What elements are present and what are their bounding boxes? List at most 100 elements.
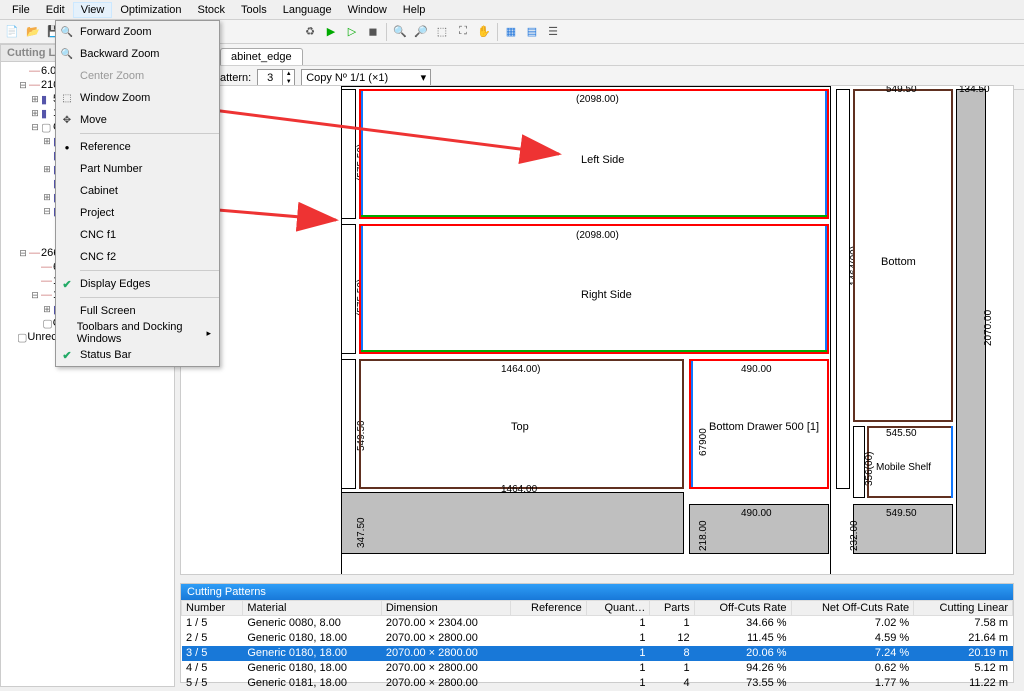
menu-file[interactable]: File <box>4 2 38 18</box>
tree-expand-icon[interactable]: ⊞ <box>41 304 53 315</box>
pattern-spinner-input[interactable] <box>258 70 282 86</box>
table-row[interactable]: 4 / 5Generic 0180, 18.002070.00 × 2800.0… <box>182 661 1013 676</box>
col-header[interactable]: Parts <box>650 601 694 616</box>
layout-icon[interactable]: ▤ <box>522 22 542 42</box>
table-cell: 4.59 % <box>791 631 914 646</box>
menu-window[interactable]: Window <box>340 2 395 18</box>
table-row[interactable]: 1 / 5Generic 0080, 8.002070.00 × 2304.00… <box>182 616 1013 631</box>
table-cell: Generic 0180, 18.00 <box>243 646 382 661</box>
zoom-in-icon[interactable]: 🔍 <box>390 22 410 42</box>
table-cell <box>510 676 586 691</box>
menu-item-full-screen[interactable]: Full Screen <box>56 300 219 322</box>
menu-item-status-bar[interactable]: ✔Status Bar <box>56 344 219 366</box>
dim-134: 134.50 <box>959 85 990 95</box>
menu-item-center-zoom[interactable]: Center Zoom <box>56 65 219 87</box>
offcut-4 <box>956 89 986 554</box>
table-cell: Generic 0180, 18.00 <box>243 631 382 646</box>
dim-left-3 <box>341 359 356 489</box>
menu-stock[interactable]: Stock <box>190 2 234 18</box>
table-cell: 1 <box>586 631 650 646</box>
tree-expand-icon[interactable]: ⊟ <box>29 290 41 301</box>
list-icon[interactable]: ☰ <box>543 22 563 42</box>
menu-item-label: Part Number <box>80 163 142 175</box>
view-dropdown: 🔍Forward Zoom🔍Backward Zoom Center Zoom ⬚W… <box>55 20 220 367</box>
menu-item-cnc-f2[interactable]: CNC f2 <box>56 246 219 268</box>
col-header[interactable]: Reference <box>510 601 586 616</box>
col-header[interactable]: Number <box>182 601 243 616</box>
menu-item-label: Center Zoom <box>80 70 144 82</box>
menu-tools[interactable]: Tools <box>233 2 275 18</box>
menu-item-label: Move <box>80 114 107 126</box>
menu-item-backward-zoom[interactable]: 🔍Backward Zoom <box>56 43 219 65</box>
dim-232: 232.00 <box>849 520 860 551</box>
tree-expand-icon[interactable]: ⊞ <box>41 136 53 147</box>
col-header[interactable]: Cutting Linear <box>914 601 1013 616</box>
menu-edit[interactable]: Edit <box>38 2 73 18</box>
table-cell: 1 <box>650 616 694 631</box>
menu-item-display-edges[interactable]: ✔ Display Edges <box>56 273 219 295</box>
col-header[interactable]: Quant… <box>586 601 650 616</box>
hand-icon[interactable]: ✋ <box>474 22 494 42</box>
menu-view[interactable]: View <box>73 2 113 18</box>
check-icon: ✔ <box>58 278 76 291</box>
open-icon[interactable]: 📂 <box>23 22 43 42</box>
menu-item-move[interactable]: ✥Move <box>56 109 219 131</box>
menu-item-cnc-f1[interactable]: CNC f1 <box>56 224 219 246</box>
menu-icon <box>58 160 76 178</box>
menu-language[interactable]: Language <box>275 2 340 18</box>
zoom-out-icon[interactable]: 🔎 <box>411 22 431 42</box>
dim-2070: 2070.00 <box>983 310 994 346</box>
zoom-fit-icon[interactable]: ⛶ <box>453 22 473 42</box>
table-cell: 7.02 % <box>791 616 914 631</box>
pattern-spinner[interactable]: ▲▼ <box>257 69 295 87</box>
spin-up-icon[interactable]: ▲ <box>282 70 294 78</box>
col-header[interactable]: Material <box>243 601 382 616</box>
copy-combo[interactable]: Copy Nº 1/1 (×1) ▾ <box>301 69 431 87</box>
chevron-down-icon: ▾ <box>421 71 427 84</box>
tree-expand-icon[interactable]: ⊟ <box>17 248 29 259</box>
grid-icon[interactable]: ▦ <box>501 22 521 42</box>
stop-icon[interactable]: ◼ <box>363 22 383 42</box>
menu-item-forward-zoom[interactable]: 🔍Forward Zoom <box>56 21 219 43</box>
tree-expand-icon[interactable]: ⊟ <box>29 122 41 133</box>
tree-expand-icon[interactable]: ⊟ <box>17 80 29 91</box>
table-cell: 73.55 % <box>694 676 791 691</box>
table-row[interactable]: 2 / 5Generic 0180, 18.002070.00 × 2800.0… <box>182 631 1013 646</box>
col-header[interactable]: Net Off-Cuts Rate <box>791 601 914 616</box>
table-cell: 5 / 5 <box>182 676 243 691</box>
menu-item-reference[interactable]: Reference <box>56 136 219 158</box>
col-header[interactable]: Off-Cuts Rate <box>694 601 791 616</box>
label-bottom: Bottom <box>881 256 916 268</box>
tree-expand-icon[interactable]: ⊞ <box>29 108 41 119</box>
tree-expand-icon[interactable]: ⊞ <box>41 164 53 175</box>
refresh-icon[interactable]: ♻ <box>300 22 320 42</box>
menu-item-project[interactable]: Project <box>56 202 219 224</box>
zoom-window-icon[interactable]: ⬚ <box>432 22 452 42</box>
play-icon[interactable]: ▶ <box>321 22 341 42</box>
table-cell: 94.26 % <box>694 661 791 676</box>
menu-item-label: Forward Zoom <box>80 26 152 38</box>
tree-expand-icon[interactable]: ⊞ <box>29 94 41 105</box>
col-header[interactable]: Dimension <box>381 601 510 616</box>
cutting-diagram[interactable]: (575.50) (575.50) 549.50 (2098.00) Left … <box>180 85 1014 575</box>
tree-expand-icon[interactable]: ⊟ <box>41 206 53 217</box>
menu-item-window-zoom[interactable]: ⬚Window Zoom <box>56 87 219 109</box>
new-icon[interactable]: 📄 <box>2 22 22 42</box>
dim-1464-b: 1464.00 <box>501 484 537 495</box>
table-row[interactable]: 5 / 5Generic 0181, 18.002070.00 × 2800.0… <box>182 676 1013 691</box>
menu-item-label: Display Edges <box>80 278 150 290</box>
playall-icon[interactable]: ▷ <box>342 22 362 42</box>
table-cell <box>510 661 586 676</box>
tree-expand-icon[interactable]: ⊞ <box>41 192 53 203</box>
menu-item-cabinet[interactable]: Cabinet <box>56 180 219 202</box>
tree-node-icon: ▢ <box>17 331 27 344</box>
menu-item-toolbars-and-docking-windows[interactable]: Toolbars and Docking Windows <box>56 322 219 344</box>
menu-item-part-number[interactable]: Part Number <box>56 158 219 180</box>
cutting-patterns-table[interactable]: NumberMaterialDimensionReferenceQuant…Pa… <box>181 600 1013 691</box>
menu-optimization[interactable]: Optimization <box>112 2 189 18</box>
table-cell: 7.24 % <box>791 646 914 661</box>
menu-help[interactable]: Help <box>395 2 434 18</box>
table-cell: 1 <box>586 616 650 631</box>
tab-cabinet-edge[interactable]: abinet_edge <box>220 48 303 65</box>
table-row[interactable]: 3 / 5Generic 0180, 18.002070.00 × 2800.0… <box>182 646 1013 661</box>
